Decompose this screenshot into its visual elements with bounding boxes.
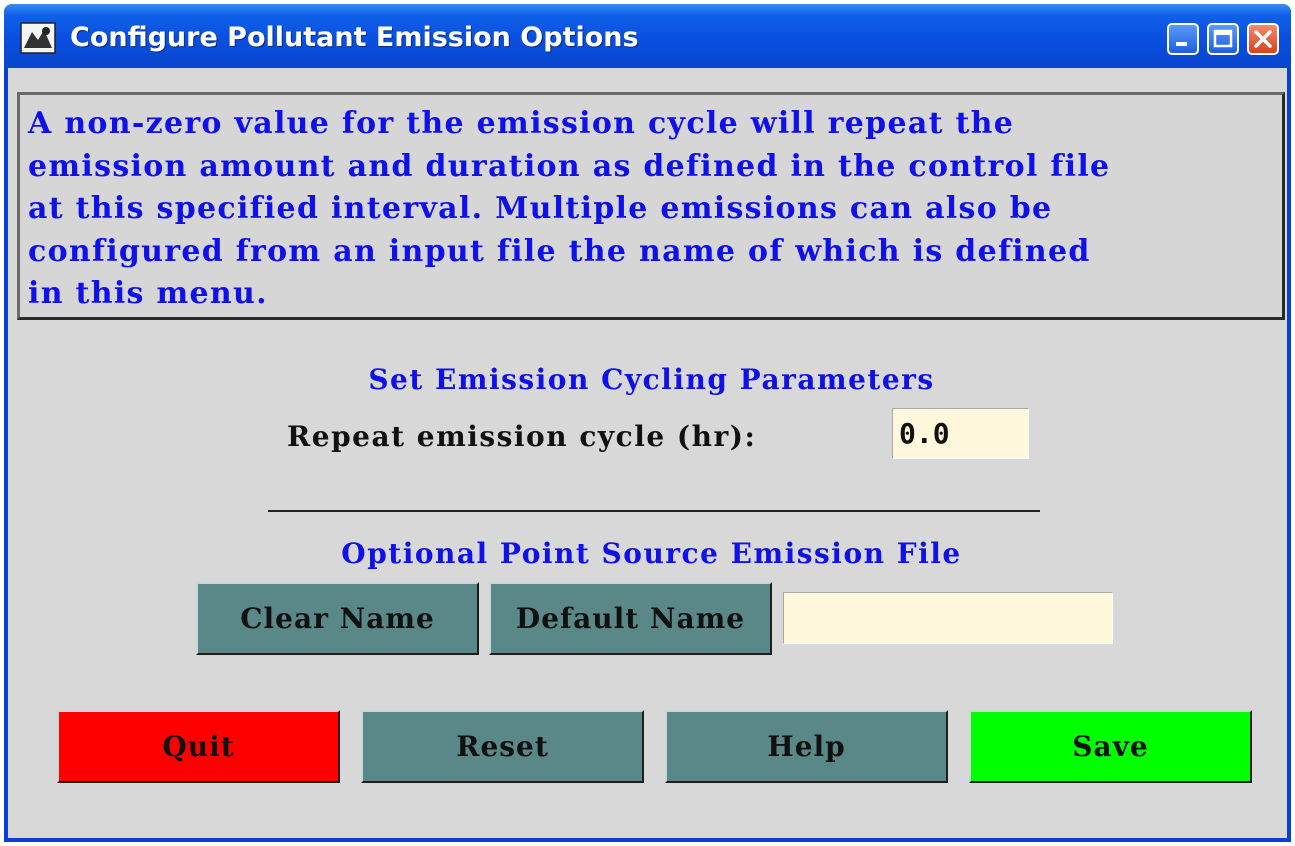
app-icon (20, 22, 56, 54)
quit-button[interactable]: Quit (57, 710, 340, 783)
save-button[interactable]: Save (969, 710, 1252, 783)
clear-name-button[interactable]: Clear Name (196, 582, 479, 655)
repeat-cycle-label: Repeat emission cycle (hr): (287, 420, 757, 453)
divider (268, 510, 1040, 512)
info-message: A non-zero value for the emission cycle … (17, 92, 1285, 320)
title-bar[interactable]: Configure Pollutant Emission Options (4, 4, 1291, 68)
point-source-heading: Optional Point Source Emission File (341, 537, 962, 570)
reset-button[interactable]: Reset (361, 710, 644, 783)
emission-file-input[interactable] (783, 592, 1113, 644)
cycling-heading: Set Emission Cycling Parameters (368, 363, 935, 396)
help-button[interactable]: Help (665, 710, 948, 783)
default-name-button[interactable]: Default Name (489, 582, 772, 655)
dialog-window: Configure Pollutant Emission Options A n… (4, 4, 1291, 842)
close-icon[interactable] (1247, 23, 1279, 55)
minimize-icon[interactable] (1167, 23, 1199, 55)
window-title: Configure Pollutant Emission Options (70, 22, 639, 53)
repeat-cycle-input[interactable] (892, 408, 1029, 459)
maximize-icon[interactable] (1207, 23, 1239, 55)
